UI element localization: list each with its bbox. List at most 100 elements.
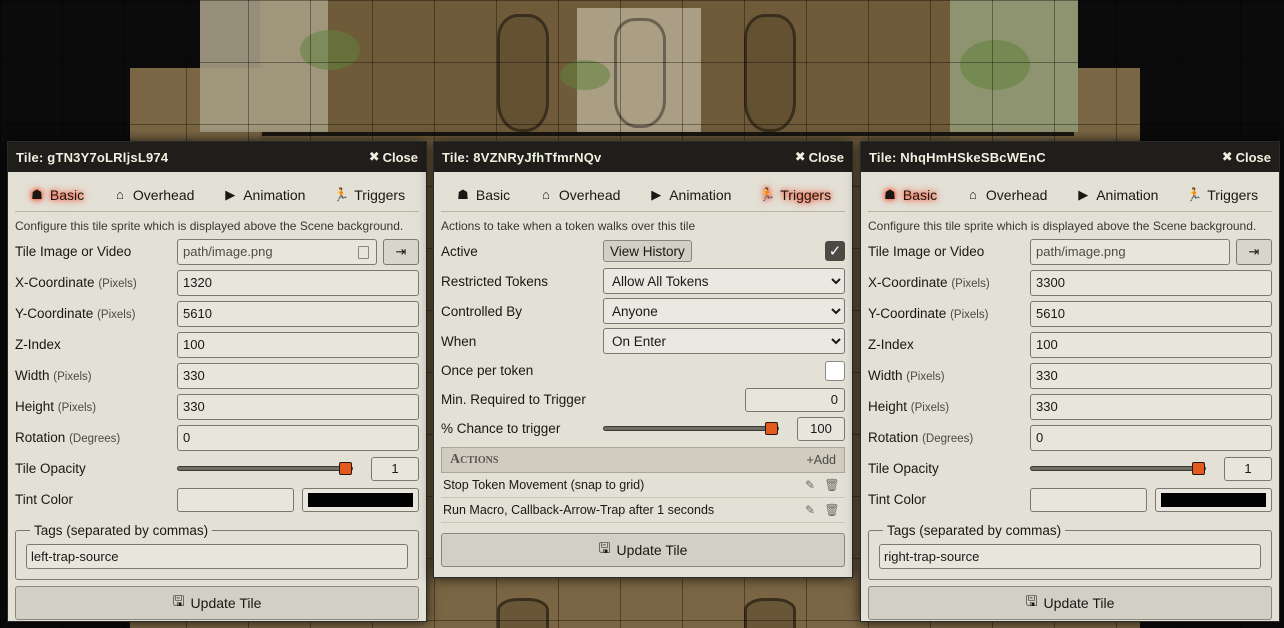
height-row: Height (Pixels) 330 xyxy=(868,391,1272,422)
y-input[interactable]: 5610 xyxy=(177,300,419,327)
controlled-select[interactable]: Anyone xyxy=(603,298,845,324)
rotation-input[interactable]: 0 xyxy=(1030,424,1272,451)
trash-icon[interactable]: 🗑 xyxy=(821,503,843,517)
tags-input[interactable]: left-trap-source xyxy=(26,544,408,569)
when-select[interactable]: On Enter xyxy=(603,328,845,354)
file-import-icon: ⇥ xyxy=(395,243,407,259)
width-input[interactable]: 330 xyxy=(177,362,419,389)
chance-value[interactable]: 100 xyxy=(797,416,845,441)
rotation-input[interactable]: 0 xyxy=(177,424,419,451)
window-title: Tile: 8VZNRyJfhTfmrNQv xyxy=(442,149,602,165)
trash-icon[interactable]: 🗑 xyxy=(821,478,843,492)
update-tile-button[interactable]: 🖫 Update Tile xyxy=(868,586,1272,620)
z-input[interactable]: 100 xyxy=(177,331,419,358)
tab-triggers[interactable]: 🏃 Triggers xyxy=(751,185,839,205)
image-path-input[interactable]: path/image.png xyxy=(1030,238,1230,265)
edit-icon[interactable]: ✎ xyxy=(799,503,821,517)
close-button[interactable]: ✖ Close xyxy=(369,149,418,165)
running-icon: 🏃 xyxy=(759,186,776,202)
x-input[interactable]: 3300 xyxy=(1030,269,1272,296)
update-tile-button[interactable]: 🖫 Update Tile xyxy=(15,586,419,620)
edit-icon[interactable]: ✎ xyxy=(799,478,821,492)
opacity-slider[interactable] xyxy=(177,462,353,475)
close-button[interactable]: ✖ Close xyxy=(1222,149,1271,165)
height-input[interactable]: 330 xyxy=(1030,393,1272,420)
opacity-slider[interactable] xyxy=(1030,462,1206,475)
opacity-label: Tile Opacity xyxy=(15,461,86,476)
tab-label: Triggers xyxy=(1207,186,1259,203)
chance-slider[interactable] xyxy=(603,422,779,435)
height-row: Height (Pixels) 330 xyxy=(15,391,419,422)
y-input[interactable]: 5610 xyxy=(1030,300,1272,327)
running-icon: 🏃 xyxy=(1186,186,1203,202)
tab-label: Overhead xyxy=(985,186,1048,203)
tab-bar: ☗ Basic ⌂ Overhead ▶ Animation 🏃 Triggers xyxy=(15,178,419,212)
view-history-button[interactable]: View History xyxy=(603,240,692,262)
tab-triggers[interactable]: 🏃 Triggers xyxy=(1178,185,1266,205)
update-label: Update Tile xyxy=(1043,595,1115,611)
add-action-button[interactable]: +Add xyxy=(806,453,836,467)
tab-overhead[interactable]: ⌂ Overhead xyxy=(530,185,628,205)
x-input[interactable]: 1320 xyxy=(177,269,419,296)
tab-label: Basic xyxy=(49,186,85,203)
tint-hex-input[interactable] xyxy=(1030,487,1147,512)
when-row: When On Enter xyxy=(441,326,845,356)
tab-animation[interactable]: ▶ Animation xyxy=(1067,185,1166,205)
controlled-row: Controlled By Anyone xyxy=(441,296,845,326)
tab-basic[interactable]: ☗ Basic xyxy=(874,185,945,205)
tags-legend: Tags (separated by commas) xyxy=(887,523,1062,538)
tab-basic[interactable]: ☗ Basic xyxy=(447,185,518,205)
window-header[interactable]: Tile: 8VZNRyJfhTfmrNQv ✖ Close xyxy=(434,142,852,172)
height-input[interactable]: 330 xyxy=(177,393,419,420)
z-input[interactable]: 100 xyxy=(1030,331,1272,358)
restricted-select[interactable]: Allow All Tokens xyxy=(603,268,845,294)
file-picker-button[interactable]: ⇥ xyxy=(1236,238,1272,265)
opacity-value[interactable]: 1 xyxy=(371,456,419,481)
action-item[interactable]: Run Macro, Callback-Arrow-Trap after 1 s… xyxy=(441,498,845,523)
image-path-input[interactable]: path/image.png xyxy=(177,238,377,265)
opacity-value[interactable]: 1 xyxy=(1224,456,1272,481)
once-checkbox[interactable] xyxy=(825,360,845,381)
height-label: Height (Pixels) xyxy=(15,399,97,414)
running-icon: 🏃 xyxy=(333,186,350,202)
tint-color-picker[interactable] xyxy=(1155,487,1272,512)
tags-fieldset: Tags (separated by commas) left-trap-sou… xyxy=(15,523,419,580)
rotation-row: Rotation (Degrees) 0 xyxy=(15,422,419,453)
tab-label: Overhead xyxy=(558,186,621,203)
tint-label: Tint Color xyxy=(868,492,927,507)
window-header[interactable]: Tile: NhqHmHSkeSBcWEnC ✖ Close xyxy=(861,142,1279,172)
active-checkbox[interactable]: ✓ xyxy=(825,241,845,261)
opacity-row: Tile Opacity 1 xyxy=(868,453,1272,484)
tab-triggers[interactable]: 🏃 Triggers xyxy=(325,185,413,205)
tags-input[interactable]: right-trap-source xyxy=(879,544,1261,569)
slider-thumb[interactable] xyxy=(339,462,352,475)
file-picker-button[interactable]: ⇥ xyxy=(383,238,419,265)
slider-thumb[interactable] xyxy=(1192,462,1205,475)
minreq-row: Min. Required to Trigger 0 xyxy=(441,385,845,414)
window-header[interactable]: Tile: gTN3Y7oLRljsL974 ✖ Close xyxy=(8,142,426,172)
tab-basic[interactable]: ☗ Basic xyxy=(21,185,92,205)
tab-overhead[interactable]: ⌂ Overhead xyxy=(957,185,1055,205)
tags-legend: Tags (separated by commas) xyxy=(34,523,209,538)
close-button[interactable]: ✖ Close xyxy=(795,149,844,165)
tab-animation[interactable]: ▶ Animation xyxy=(640,185,739,205)
width-input[interactable]: 330 xyxy=(1030,362,1272,389)
close-label: Close xyxy=(382,149,418,165)
minreq-input[interactable]: 0 xyxy=(745,387,845,412)
tint-row: Tint Color xyxy=(868,484,1272,515)
tab-bar: ☗ Basic ⌂ Overhead ▶ Animation 🏃 Triggers xyxy=(441,178,845,212)
cubes-icon: ☗ xyxy=(31,186,43,202)
tab-animation[interactable]: ▶ Animation xyxy=(214,185,313,205)
tint-hex-input[interactable] xyxy=(177,487,294,512)
tab-bar: ☗ Basic ⌂ Overhead ▶ Animation 🏃 Triggers xyxy=(868,178,1272,212)
image-row: Tile Image or Video path/image.png ⇥ xyxy=(15,236,419,267)
tab-overhead[interactable]: ⌂ Overhead xyxy=(104,185,202,205)
update-label: Update Tile xyxy=(616,542,688,558)
action-item[interactable]: Stop Token Movement (snap to grid) ✎ 🗑 xyxy=(441,473,845,498)
slider-thumb[interactable] xyxy=(765,422,778,435)
actions-title: Actions xyxy=(450,452,499,467)
tint-color-picker[interactable] xyxy=(302,487,419,512)
update-tile-button[interactable]: 🖫 Update Tile xyxy=(441,533,845,567)
z-label: Z-Index xyxy=(868,337,914,352)
once-label: Once per token xyxy=(441,363,534,378)
